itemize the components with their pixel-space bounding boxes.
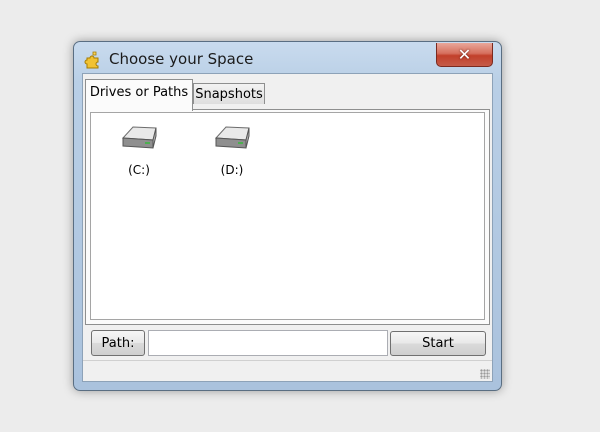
start-button-label: Start (422, 336, 454, 351)
tab-label: Drives or Paths (89, 85, 189, 100)
window-title: Choose your Space (109, 50, 254, 68)
drives-list[interactable]: (C:) (D:) (90, 112, 485, 320)
hard-drive-icon (212, 123, 252, 157)
resize-grip-icon[interactable] (480, 369, 490, 379)
tab-snapshots[interactable]: Snapshots (193, 83, 265, 104)
tab-drives-or-paths[interactable]: Drives or Paths (85, 79, 193, 111)
drive-label: (D:) (220, 163, 244, 177)
choose-space-window: Choose your Space ✕ Drives or Paths Snap… (73, 41, 502, 391)
hard-drive-icon (119, 123, 159, 157)
path-button[interactable]: Path: (91, 330, 145, 356)
puzzle-piece-icon (84, 51, 102, 69)
status-bar (83, 360, 492, 381)
title-bar[interactable]: Choose your Space ✕ (74, 42, 501, 76)
tab-label: Snapshots (195, 86, 263, 102)
start-button[interactable]: Start (390, 331, 486, 356)
path-input[interactable] (148, 330, 388, 356)
drive-item-d[interactable]: (D:) (192, 123, 272, 177)
close-button[interactable]: ✕ (436, 43, 493, 67)
client-area: Drives or Paths Snapshots (C:) (D:) Path… (82, 73, 493, 382)
tab-panel: (C:) (D:) (85, 109, 490, 325)
drive-item-c[interactable]: (C:) (99, 123, 179, 177)
path-button-label: Path: (101, 335, 135, 351)
close-icon: ✕ (457, 45, 472, 64)
drive-label: (C:) (128, 163, 150, 177)
